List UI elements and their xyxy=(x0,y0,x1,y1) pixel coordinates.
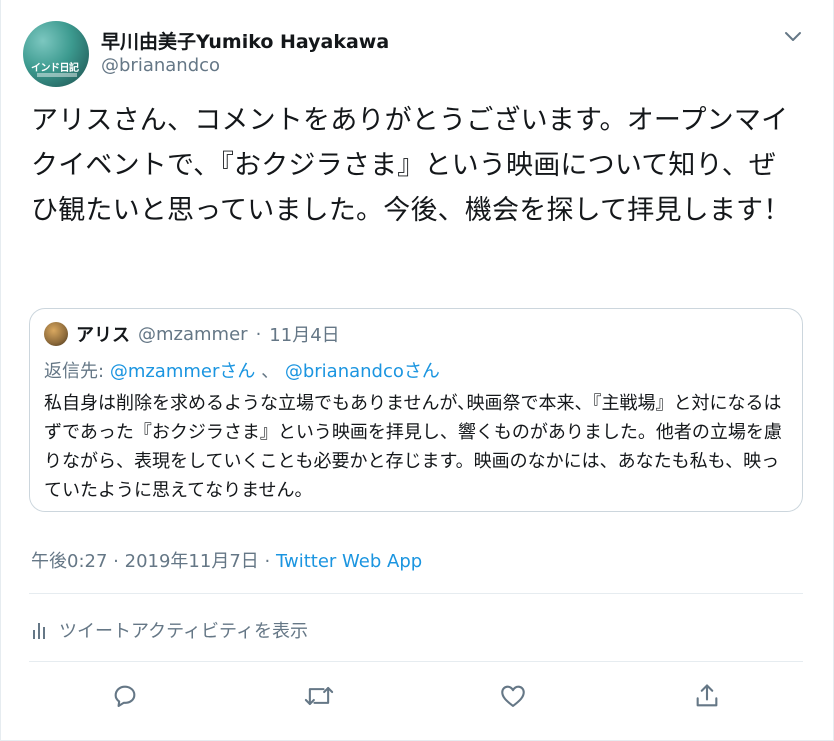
retweet-icon xyxy=(304,686,334,706)
quoted-tweet-header: アリス @mzammer · 11月4日 xyxy=(44,321,788,347)
quoted-date: 11月4日 xyxy=(269,325,340,346)
tweet-activity-link[interactable]: ツイートアクティビティを表示 xyxy=(31,617,308,643)
quoted-author-name: アリス xyxy=(76,325,130,346)
timestamp-separator: · xyxy=(264,551,271,572)
author-handle[interactable]: @brianandco xyxy=(101,55,220,76)
share-icon xyxy=(696,684,718,707)
reply-icon xyxy=(114,685,136,707)
heart-icon xyxy=(501,685,525,707)
reply-separator: 、 xyxy=(261,361,280,382)
author-avatar[interactable]: インド日記 xyxy=(23,21,89,87)
bar-chart-icon xyxy=(33,623,45,639)
reply-prefix: 返信先: xyxy=(44,361,105,382)
tweet-time[interactable]: 午後0:27 xyxy=(31,551,107,572)
quoted-reply-to: 返信先: @mzammerさん 、 @brianandcoさん xyxy=(44,357,788,383)
author-display-name[interactable]: 早川由美子Yumiko Hayakawa xyxy=(101,27,389,54)
quoted-author-handle: @mzammer xyxy=(138,323,248,345)
timestamp-separator: · xyxy=(113,551,119,572)
tweet-actions xyxy=(1,676,834,716)
tweet-date[interactable]: 2019年11月7日 xyxy=(125,551,259,572)
tweet-activity-label: ツイートアクティビティを表示 xyxy=(59,621,308,642)
share-button[interactable] xyxy=(687,676,727,716)
like-button[interactable] xyxy=(493,676,533,716)
avatar-logo: インド日記 xyxy=(31,63,79,74)
tweet-text: アリスさん、コメントをありがとうございます。オープンマイクイベントで、『おクジラ… xyxy=(31,105,791,226)
avatar-decoration xyxy=(37,73,77,77)
reply-user-mzammer[interactable]: @mzammerさん xyxy=(110,361,256,382)
chevron-down-icon[interactable] xyxy=(781,24,805,48)
tweet-card: インド日記 早川由美子Yumiko Hayakawa @brianandco ア… xyxy=(0,0,834,741)
quoted-author-avatar xyxy=(44,322,68,346)
divider xyxy=(29,593,803,594)
tweet-source-app[interactable]: Twitter Web App xyxy=(276,551,422,572)
tweet-timestamp: 午後0:27 · 2019年11月7日 · Twitter Web App xyxy=(31,547,422,573)
reply-button[interactable] xyxy=(105,676,145,716)
retweet-button[interactable] xyxy=(299,676,339,716)
divider xyxy=(29,661,803,662)
quoted-separator: · xyxy=(255,323,262,345)
quoted-tweet[interactable]: アリス @mzammer · 11月4日 返信先: @mzammerさん 、 @… xyxy=(29,308,803,512)
quoted-tweet-text: 私自身は削除を求めるような立場でもありませんが､映画祭で本来、『主戦場』と対にな… xyxy=(44,393,782,501)
reply-user-brianandco[interactable]: @brianandcoさん xyxy=(285,361,440,382)
